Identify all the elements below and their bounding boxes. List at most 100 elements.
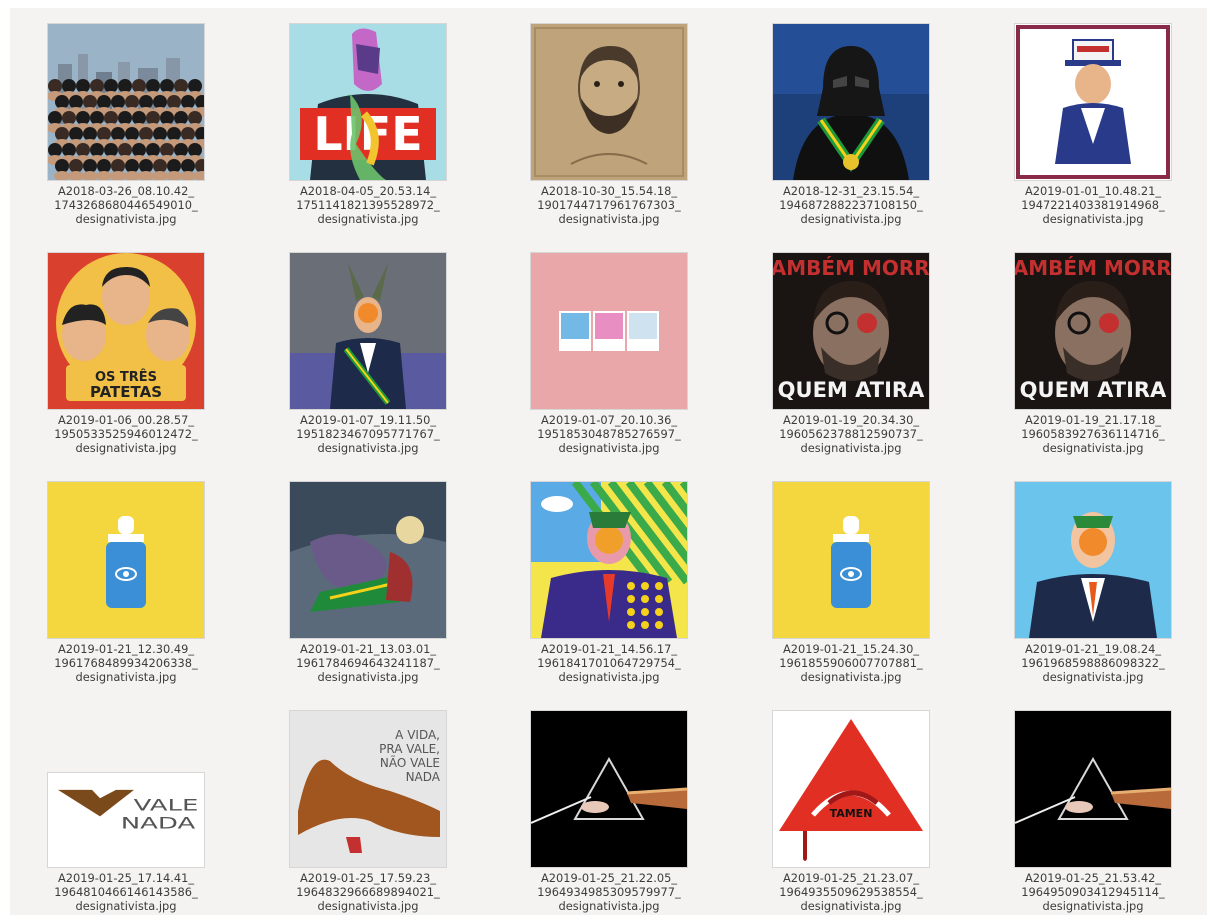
file-name[interactable]: A2018-12-31_23.15.54_ 1946872882237108150… — [751, 184, 951, 226]
image-thumbnail[interactable]: A VIDA, PRA VALE, NÃO VALE NADA — [290, 711, 446, 867]
image-thumbnail[interactable] — [531, 482, 687, 638]
file-name-line: 1901744717961767303_ — [537, 198, 681, 212]
svg-text:QUEM ATIRA: QUEM ATIRA — [1020, 378, 1167, 402]
image-thumbnail[interactable]: TAMBÉM MORRE QUEM ATIRA — [773, 253, 929, 409]
image-thumbnail[interactable]: OS TRÊS PATETAS — [48, 253, 204, 409]
image-thumbnail[interactable] — [773, 24, 929, 180]
file-name-line: designativista.jpg — [317, 899, 419, 913]
file-name[interactable]: A2019-01-25_21.23.07_ 1964935509629538554… — [751, 871, 951, 913]
image-thumbnail[interactable] — [48, 482, 204, 638]
file-name-line: A2019-01-21_14.56.17_ — [540, 642, 678, 656]
image-thumbnail[interactable] — [1015, 482, 1171, 638]
file-name-line: 1960562378812590737_ — [779, 427, 923, 441]
file-name-line: A2018-03-26_08.10.42_ — [57, 184, 195, 198]
file-name[interactable]: A2018-03-26_08.10.42_ 1743268680446549010… — [26, 184, 226, 226]
file-name[interactable]: A2019-01-25_17.14.41_ 1964810466146143586… — [26, 871, 226, 913]
file-name-line: 1743268680446549010_ — [54, 198, 198, 212]
file-name-line: designativista.jpg — [1042, 899, 1144, 913]
file-name[interactable]: A2019-01-25_21.22.05_ 1964934985309579977… — [509, 871, 709, 913]
file-name-line: designativista.jpg — [800, 670, 902, 684]
file-item[interactable]: LIFE A2018-04-05_20.53.14_ 175114182139552… — [263, 18, 473, 243]
file-name[interactable]: A2019-01-21_19.08.24_ 1961968598886098322… — [993, 642, 1193, 684]
image-thumbnail[interactable]: LIFE — [290, 24, 446, 180]
file-item[interactable]: A2019-01-21_13.03.01_ 1961784694643241187… — [263, 476, 473, 701]
file-item[interactable]: A2018-03-26_08.10.42_ 1743268680446549010… — [21, 18, 231, 243]
image-thumbnail[interactable] — [290, 253, 446, 409]
file-name-line: 1951823467095771767_ — [296, 427, 440, 441]
file-name[interactable]: A2019-01-06_00.28.57_ 1950533525946012472… — [26, 413, 226, 455]
file-item[interactable]: TAMBÉM MORRE QUEM ATIRA A2019-01-19_20.34.… — [746, 247, 956, 472]
image-thumbnail[interactable] — [290, 482, 446, 638]
file-name-line: designativista.jpg — [317, 441, 419, 455]
file-item[interactable]: OS TRÊS PATETAS A2019-01-06_00.28.57_ 19505… — [21, 247, 231, 472]
file-name[interactable]: A2019-01-25_17.59.23_ 1964832966689894021… — [268, 871, 468, 913]
image-thumbnail[interactable]: TAMEN — [773, 711, 929, 867]
file-name[interactable]: A2018-04-05_20.53.14_ 1751141821395528972… — [268, 184, 468, 226]
file-name[interactable]: A2019-01-21_13.03.01_ 1961784694643241187… — [268, 642, 468, 684]
file-item[interactable]: TAMEN A2019-01-25_21.23.07_ 19649355096295… — [746, 705, 956, 915]
thumbnail-frame — [504, 705, 714, 867]
file-item[interactable]: VALE NADA A2019-01-25_17.14.41_ 19648104661… — [21, 705, 231, 915]
file-item[interactable]: A2019-01-21_12.30.49_ 1961768489934206338… — [21, 476, 231, 701]
file-name-line: 1961784694643241187_ — [296, 656, 440, 670]
image-thumbnail[interactable] — [773, 482, 929, 638]
file-name[interactable]: A2019-01-07_20.10.36_ 1951853048785276597… — [509, 413, 709, 455]
file-name[interactable]: A2019-01-19_21.17.18_ 1960583927636114716… — [993, 413, 1193, 455]
image-thumbnail[interactable] — [531, 253, 687, 409]
file-name-line: 1960583927636114716_ — [1021, 427, 1165, 441]
svg-text:TAMEN: TAMEN — [830, 807, 873, 820]
file-name-line: A2019-01-19_21.17.18_ — [1024, 413, 1162, 427]
image-thumbnail[interactable] — [48, 24, 204, 180]
file-item[interactable]: A VIDA, PRA VALE, NÃO VALE NADA A2019-01-25_… — [263, 705, 473, 915]
file-name[interactable]: A2019-01-21_12.30.49_ 1961768489934206338… — [26, 642, 226, 684]
file-name-line: designativista.jpg — [558, 899, 660, 913]
file-name-line: A2018-10-30_15.54.18_ — [540, 184, 678, 198]
file-name-line: A2019-01-25_21.22.05_ — [540, 871, 678, 885]
file-name[interactable]: A2019-01-21_15.24.30_ 1961855906007707881… — [751, 642, 951, 684]
file-name-line: A2019-01-21_15.24.30_ — [782, 642, 920, 656]
file-name[interactable]: A2019-01-01_10.48.21_ 1947221403381914968… — [993, 184, 1193, 226]
image-thumbnail[interactable] — [531, 711, 687, 867]
file-name-line: 1950533525946012472_ — [54, 427, 198, 441]
file-name-line: designativista.jpg — [800, 441, 902, 455]
thumbnail-frame — [988, 705, 1198, 867]
file-name-line: A2019-01-19_20.34.30_ — [782, 413, 920, 427]
file-name-line: 1961768489934206338_ — [54, 656, 198, 670]
file-name-line: 1964934985309579977_ — [537, 885, 681, 899]
file-item[interactable]: ~~~~~~ A2019-01-01_10.48.21_ 1947221403381… — [988, 18, 1198, 243]
file-item[interactable]: A2018-10-30_15.54.18_ 1901744717961767303… — [504, 18, 714, 243]
image-thumbnail[interactable] — [1015, 711, 1171, 867]
svg-text:NADA: NADA — [121, 815, 196, 833]
file-name-line: A2019-01-25_17.14.41_ — [57, 871, 195, 885]
file-name[interactable]: A2019-01-07_19.11.50_ 1951823467095771767… — [268, 413, 468, 455]
file-name-line: 1964810466146143586_ — [54, 885, 198, 899]
file-name-line: A2018-04-05_20.53.14_ — [299, 184, 437, 198]
file-name[interactable]: A2018-10-30_15.54.18_ 1901744717961767303… — [509, 184, 709, 226]
file-item[interactable]: A2019-01-21_15.24.30_ 1961855906007707881… — [746, 476, 956, 701]
thumbnail-frame: TAMEN — [746, 705, 956, 867]
file-item[interactable]: A2019-01-07_19.11.50_ 1951823467095771767… — [263, 247, 473, 472]
file-name[interactable]: A2019-01-25_21.53.42_ 1964950903412945114… — [993, 871, 1193, 913]
svg-text:TAMBÉM MORRE: TAMBÉM MORRE — [773, 256, 929, 280]
thumbnail-frame — [988, 476, 1198, 638]
file-item[interactable]: A2018-12-31_23.15.54_ 1946872882237108150… — [746, 18, 956, 243]
image-thumbnail[interactable]: ~~~~~~ — [1015, 24, 1171, 180]
file-item[interactable]: A2019-01-21_14.56.17_ 1961841701064729754… — [504, 476, 714, 701]
file-item[interactable]: A2019-01-21_19.08.24_ 1961968598886098322… — [988, 476, 1198, 701]
file-item[interactable]: A2019-01-07_20.10.36_ 1951853048785276597… — [504, 247, 714, 472]
image-thumbnail[interactable]: TAMBÉM MORRE QUEM ATIRA — [1015, 253, 1171, 409]
file-item[interactable]: A2019-01-25_21.22.05_ 1964934985309579977… — [504, 705, 714, 915]
file-name-line: 1946872882237108150_ — [779, 198, 923, 212]
file-name[interactable]: A2019-01-19_20.34.30_ 1960562378812590737… — [751, 413, 951, 455]
image-thumbnail[interactable]: VALE NADA — [48, 773, 204, 867]
file-name-line: A2019-01-06_00.28.57_ — [57, 413, 195, 427]
file-item[interactable]: TAMBÉM MORRE QUEM ATIRA A2019-01-19_21.17.… — [988, 247, 1198, 472]
thumbnail-frame — [504, 247, 714, 409]
file-name-line: 1951853048785276597_ — [537, 427, 681, 441]
file-name-line: A2019-01-25_21.23.07_ — [782, 871, 920, 885]
file-item[interactable]: A2019-01-25_21.53.42_ 1964950903412945114… — [988, 705, 1198, 915]
file-name[interactable]: A2019-01-21_14.56.17_ 1961841701064729754… — [509, 642, 709, 684]
file-name-line: designativista.jpg — [75, 212, 177, 226]
thumbnail-frame — [504, 476, 714, 638]
image-thumbnail[interactable] — [531, 24, 687, 180]
